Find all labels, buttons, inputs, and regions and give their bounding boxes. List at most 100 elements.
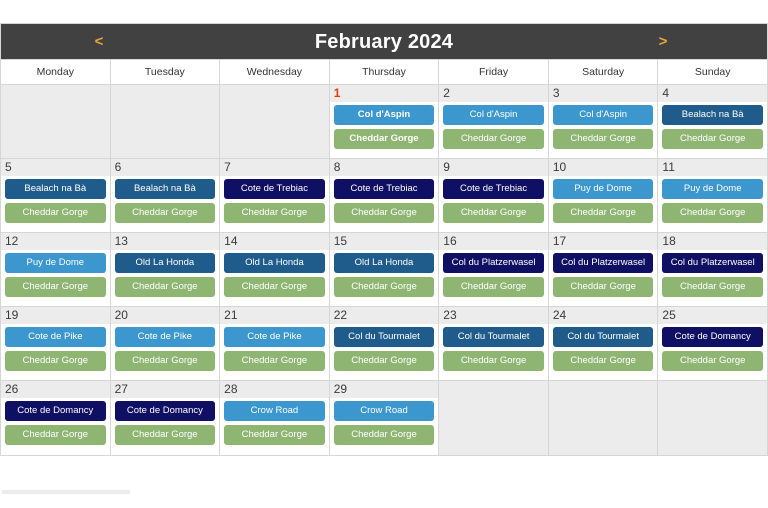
event-pill[interactable]: Cheddar Gorge <box>5 425 106 445</box>
day-cell-23[interactable]: 23 Col du Tourmalet Cheddar Gorge <box>439 307 549 381</box>
event-pill[interactable]: Crow Road <box>224 401 325 421</box>
day-cell-17[interactable]: 17 Col du Platzerwasel Cheddar Gorge <box>548 233 659 307</box>
event-pill[interactable]: Cheddar Gorge <box>443 351 544 371</box>
day-cell-7[interactable]: 7 Cote de Trebiac Cheddar Gorge <box>220 159 330 233</box>
day-cell-5[interactable]: 5 Bealach na Bà Cheddar Gorge <box>1 159 111 233</box>
event-pill[interactable]: Cheddar Gorge <box>662 129 763 149</box>
event-pill[interactable]: Cheddar Gorge <box>5 351 106 371</box>
week-row: 12 Puy de Dome Cheddar Gorge 13 Old La Honda… <box>1 233 768 307</box>
event-pill[interactable]: Cheddar Gorge <box>333 129 435 149</box>
event-pill[interactable]: Cheddar Gorge <box>443 203 544 223</box>
day-cell-27[interactable]: 27 Cote de Domancy Cheddar Gorge <box>110 381 221 455</box>
day-events: Old La Honda Cheddar Gorge <box>110 250 220 303</box>
event-pill[interactable]: Cheddar Gorge <box>333 203 435 223</box>
event-pill[interactable]: Col d'Aspin <box>552 105 654 125</box>
day-cell-9[interactable]: 9 Cote de Trebiac Cheddar Gorge <box>439 159 549 233</box>
event-pill[interactable]: Cote de Pike <box>5 327 106 347</box>
event-pill[interactable]: Cheddar Gorge <box>5 277 106 297</box>
day-cell-13[interactable]: 13 Old La Honda Cheddar Gorge <box>110 233 221 307</box>
event-pill[interactable]: Col du Tourmalet <box>333 327 435 347</box>
event-pill[interactable]: Col du Platzerwasel <box>552 253 654 273</box>
event-pill[interactable]: Cheddar Gorge <box>224 277 325 297</box>
event-pill[interactable]: Cheddar Gorge <box>443 129 544 149</box>
event-pill[interactable]: Col d'Aspin <box>333 105 435 125</box>
event-pill[interactable]: Crow Road <box>333 401 435 421</box>
event-pill[interactable]: Puy de Dome <box>5 253 106 273</box>
day-cell-15[interactable]: 15 Old La Honda Cheddar Gorge <box>329 233 440 307</box>
event-pill[interactable]: Cheddar Gorge <box>114 425 216 445</box>
day-number: 19 <box>1 307 110 324</box>
event-pill[interactable]: Cheddar Gorge <box>552 351 654 371</box>
day-cell-11[interactable]: 11 Puy de Dome Cheddar Gorge <box>658 159 768 233</box>
day-cell-24[interactable]: 24 Col du Tourmalet Cheddar Gorge <box>548 307 659 381</box>
day-cell-4[interactable]: 4 Bealach na Bà Cheddar Gorge <box>658 85 768 159</box>
day-cell-1[interactable]: 1 Col d'Aspin Cheddar Gorge <box>329 85 440 159</box>
day-events: Col d'Aspin Cheddar Gorge <box>439 102 548 155</box>
event-pill[interactable]: Cheddar Gorge <box>224 425 325 445</box>
event-pill[interactable]: Cheddar Gorge <box>662 203 763 223</box>
day-number: 14 <box>220 233 329 250</box>
day-events <box>110 102 220 157</box>
event-pill[interactable]: Col du Tourmalet <box>552 327 654 347</box>
day-cell-10[interactable]: 10 Puy de Dome Cheddar Gorge <box>548 159 659 233</box>
event-pill[interactable]: Puy de Dome <box>662 179 763 199</box>
next-month-button[interactable]: > <box>651 24 675 59</box>
day-cell-29[interactable]: 29 Crow Road Cheddar Gorge <box>329 381 440 455</box>
day-cell-28[interactable]: 28 Crow Road Cheddar Gorge <box>220 381 330 455</box>
event-pill[interactable]: Cheddar Gorge <box>114 277 216 297</box>
event-pill[interactable]: Cheddar Gorge <box>224 203 325 223</box>
day-cell-empty <box>548 381 659 455</box>
event-pill[interactable]: Bealach na Bà <box>5 179 106 199</box>
previous-month-button[interactable]: < <box>87 24 111 59</box>
event-pill[interactable]: Col du Platzerwasel <box>443 253 544 273</box>
event-pill[interactable]: Cheddar Gorge <box>552 203 654 223</box>
day-cell-22[interactable]: 22 Col du Tourmalet Cheddar Gorge <box>329 307 440 381</box>
day-cell-26[interactable]: 26 Cote de Domancy Cheddar Gorge <box>1 381 111 455</box>
day-cell-8[interactable]: 8 Cote de Trebiac Cheddar Gorge <box>329 159 440 233</box>
weekday-header-saturday: Saturday <box>548 60 659 85</box>
event-pill[interactable]: Col du Platzerwasel <box>662 253 763 273</box>
event-pill[interactable]: Cheddar Gorge <box>333 425 435 445</box>
day-cell-2[interactable]: 2 Col d'Aspin Cheddar Gorge <box>439 85 549 159</box>
event-pill[interactable]: Bealach na Bà <box>114 179 216 199</box>
event-pill[interactable]: Cheddar Gorge <box>552 129 654 149</box>
event-pill[interactable]: Cheddar Gorge <box>662 351 763 371</box>
event-pill[interactable]: Cote de Pike <box>224 327 325 347</box>
event-pill[interactable]: Bealach na Bà <box>662 105 763 125</box>
event-pill[interactable]: Cheddar Gorge <box>5 203 106 223</box>
event-pill[interactable]: Cote de Trebiac <box>333 179 435 199</box>
event-pill[interactable]: Old La Honda <box>224 253 325 273</box>
day-cell-25[interactable]: 25 Cote de Domancy Cheddar Gorge <box>658 307 768 381</box>
event-pill[interactable]: Cote de Trebiac <box>224 179 325 199</box>
event-pill[interactable]: Cheddar Gorge <box>333 277 435 297</box>
event-pill[interactable]: Cheddar Gorge <box>114 351 216 371</box>
event-pill[interactable]: Cote de Domancy <box>662 327 763 347</box>
day-cell-12[interactable]: 12 Puy de Dome Cheddar Gorge <box>1 233 111 307</box>
day-events: Col d'Aspin Cheddar Gorge <box>548 102 658 155</box>
day-cell-6[interactable]: 6 Bealach na Bà Cheddar Gorge <box>110 159 221 233</box>
event-pill[interactable]: Cheddar Gorge <box>114 203 216 223</box>
event-pill[interactable]: Cote de Trebiac <box>443 179 544 199</box>
event-pill[interactable]: Old La Honda <box>114 253 216 273</box>
event-pill[interactable]: Puy de Dome <box>552 179 654 199</box>
event-pill[interactable]: Cote de Domancy <box>5 401 106 421</box>
event-pill[interactable]: Cheddar Gorge <box>333 351 435 371</box>
event-pill[interactable]: Col du Tourmalet <box>443 327 544 347</box>
event-pill[interactable]: Cheddar Gorge <box>552 277 654 297</box>
event-pill[interactable]: Cheddar Gorge <box>443 277 544 297</box>
event-pill[interactable]: Cheddar Gorge <box>224 351 325 371</box>
day-cell-14[interactable]: 14 Old La Honda Cheddar Gorge <box>220 233 330 307</box>
event-pill[interactable]: Cote de Pike <box>114 327 216 347</box>
day-cell-3[interactable]: 3 Col d'Aspin Cheddar Gorge <box>548 85 659 159</box>
day-cell-20[interactable]: 20 Cote de Pike Cheddar Gorge <box>110 307 221 381</box>
day-cell-19[interactable]: 19 Cote de Pike Cheddar Gorge <box>1 307 111 381</box>
day-cell-16[interactable]: 16 Col du Platzerwasel Cheddar Gorge <box>439 233 549 307</box>
event-pill[interactable]: Cote de Domancy <box>114 401 216 421</box>
event-pill[interactable]: Col d'Aspin <box>443 105 544 125</box>
day-events: Cote de Pike Cheddar Gorge <box>110 324 220 377</box>
event-pill[interactable]: Cheddar Gorge <box>662 277 763 297</box>
day-cell-18[interactable]: 18 Col du Platzerwasel Cheddar Gorge <box>658 233 768 307</box>
event-pill[interactable]: Old La Honda <box>333 253 435 273</box>
day-cell-21[interactable]: 21 Cote de Pike Cheddar Gorge <box>220 307 330 381</box>
day-number: 26 <box>1 381 110 398</box>
